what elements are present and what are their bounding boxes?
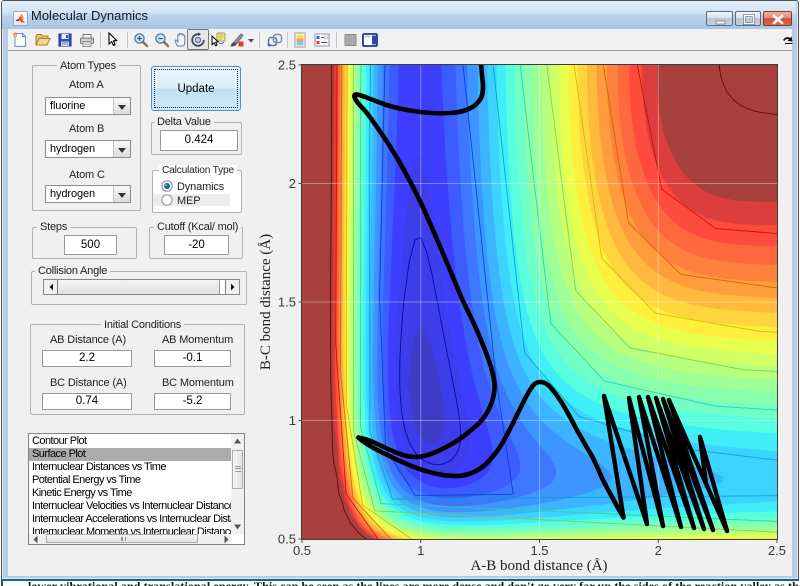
svg-text:B-C bond distance (Å): B-C bond distance (Å) xyxy=(258,234,274,370)
svg-text:2: 2 xyxy=(655,543,662,558)
svg-text:2.5: 2.5 xyxy=(278,58,296,73)
svg-text:A-B bond distance (Å): A-B bond distance (Å) xyxy=(470,558,607,574)
svg-text:0.5: 0.5 xyxy=(278,532,296,547)
svg-text:1.5: 1.5 xyxy=(530,543,548,558)
svg-text:2: 2 xyxy=(289,176,296,191)
svg-text:1: 1 xyxy=(417,543,424,558)
svg-text:1: 1 xyxy=(289,413,296,428)
svg-text:1.5: 1.5 xyxy=(278,295,296,310)
svg-text:2.5: 2.5 xyxy=(768,543,786,558)
